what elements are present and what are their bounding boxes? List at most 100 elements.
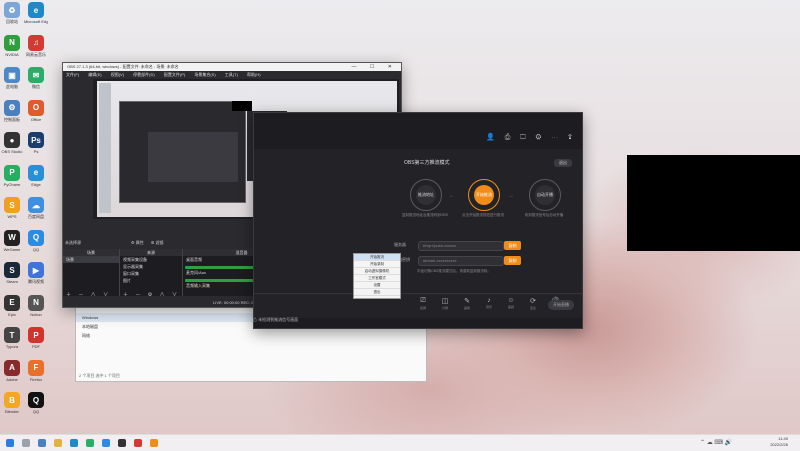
desktop-icon[interactable]: ⚙ 控制面板 — [0, 99, 24, 122]
search-icon[interactable] — [22, 439, 30, 447]
virtual-camera-button[interactable]: 启动虚拟摄像机 — [354, 268, 400, 275]
app-icon: P — [28, 327, 44, 343]
window-controls[interactable]: — ☐ ✕ — [352, 63, 398, 71]
desktop-icon[interactable]: ♻ 回收站 — [0, 2, 24, 24]
properties-button[interactable]: ⚙ 属性 — [131, 240, 144, 246]
music-tool[interactable]: ♪ 音乐 — [480, 297, 498, 309]
start-icon[interactable] — [6, 439, 14, 447]
desktop-icon[interactable]: ▶ 腾讯视频 — [24, 262, 48, 284]
desktop-icon[interactable]: P PyCharm — [0, 164, 24, 187]
desktop-icon[interactable]: Ps Ps — [24, 132, 48, 154]
obs-controls-buttons: 开始推流 开始录制 启动虚拟摄像机 工作室模式 设置 退出 — [353, 253, 401, 299]
desktop-icon-label: 腾讯视频 — [28, 279, 44, 284]
menu-help[interactable]: 帮助(H) — [247, 72, 261, 77]
desktop-icon[interactable]: e Edge — [24, 164, 48, 187]
menu-tools[interactable]: 工具(T) — [225, 72, 238, 77]
clock[interactable]: 11:49 2022/2/26 — [770, 436, 788, 448]
qq-icon[interactable] — [102, 439, 110, 447]
menu-file[interactable]: 文件(F) — [66, 72, 79, 77]
desktop-icon[interactable]: ● OBS Studio — [0, 132, 24, 154]
desktop-icon[interactable]: S WPS — [0, 197, 24, 219]
desktop-icon[interactable]: B Blender — [0, 392, 24, 414]
start-streaming-button[interactable]: 开始推流 — [354, 254, 400, 261]
screencast-tool[interactable]: ⎚ 投屏 — [414, 297, 432, 310]
filters-button[interactable]: ⊞ 滤镜 — [151, 240, 163, 246]
obs-icon[interactable] — [118, 439, 126, 447]
source-add-remove[interactable]: ＋ － ⚙ ∧ ∨ — [123, 291, 180, 298]
app-icon: Q — [28, 392, 44, 408]
app-icon: ☁ — [28, 197, 44, 213]
stream-mode-heading: OBS第三方推流模式 — [404, 160, 450, 166]
scene-item[interactable]: 场景 — [63, 256, 119, 263]
beauty-tool[interactable]: ☺ 美颜 — [502, 297, 520, 309]
source-item[interactable]: 窗口采集 — [120, 270, 182, 277]
source-item[interactable]: 视频采集设备 — [120, 256, 182, 263]
step-arrow-icon: → — [508, 193, 514, 199]
desktop-icon[interactable]: W WeGame — [0, 229, 24, 252]
split-tool[interactable]: ◫ 分屏 — [436, 297, 454, 310]
step-caption: 点击开始推流按钮进行推流 — [462, 213, 504, 217]
desktop-icon[interactable]: ▣ 此电脑 — [0, 67, 24, 89]
desktop-icon[interactable]: N Notion — [24, 294, 48, 317]
list-item[interactable]: 网络 — [76, 331, 426, 340]
desktop-icon[interactable]: S Steam — [0, 262, 24, 284]
studio-mode-button[interactable]: 工作室模式 — [354, 275, 400, 282]
tray-icons[interactable]: ⌃ ☁ ⌨ 🔊 — [700, 439, 732, 446]
app-icon: S — [4, 262, 20, 278]
source-item[interactable]: 显示器采集 — [120, 263, 182, 270]
desktop-icon[interactable]: Q QQ — [24, 229, 48, 252]
stream-key-field[interactable]: stream-xxxxxxxxxx — [418, 256, 504, 266]
live-streaming-app-window[interactable]: 👤 ⎙ ☐ ⚙ ⋯ ⇪ OBS第三方推流模式 退出 推流地址 开始推流 自动开播… — [253, 112, 583, 329]
copy-server-button[interactable]: 复制 — [504, 241, 521, 250]
desktop-icon[interactable]: F Firefox — [24, 359, 48, 382]
menu-edit[interactable]: 编辑(E) — [88, 72, 101, 77]
desktop-icon[interactable]: E Epic — [0, 294, 24, 317]
desktop-icon-label: PyCharm — [3, 181, 21, 187]
scenes-dock-header: 场景 — [63, 249, 120, 256]
app-icon: B — [4, 392, 20, 408]
app-icon: A — [4, 359, 20, 376]
desktop-icon[interactable]: ✉ 微信 — [24, 67, 48, 89]
menu-docks[interactable]: 停靠部件(D) — [133, 72, 155, 77]
desktop-icon[interactable]: ☁ 百度网盘 — [24, 197, 48, 219]
desktop-icon[interactable]: Q QQ — [24, 392, 48, 414]
server-field[interactable]: rtmp://push.xxxxxx — [418, 241, 504, 251]
desktop-icon[interactable]: ♫ 网易云音乐 — [24, 34, 48, 57]
task-view-icon[interactable] — [38, 439, 46, 447]
app-icon: Ps — [28, 132, 44, 148]
stream-header-icons[interactable]: 👤 ⎙ ☐ ⚙ ⋯ ⇪ — [486, 133, 576, 142]
file-explorer-icon[interactable] — [54, 439, 62, 447]
desktop-icon[interactable]: O Office — [24, 99, 48, 122]
desktop-icon[interactable]: N NVIDIA — [0, 34, 24, 57]
desktop-icon[interactable]: A Adobe — [0, 359, 24, 382]
live-app-icon[interactable] — [150, 439, 158, 447]
menu-scene-collection[interactable]: 场景集合(S) — [194, 72, 215, 77]
start-live-button[interactable]: 开始直播 — [548, 300, 574, 310]
copy-stream-key-button[interactable]: 复制 — [504, 256, 521, 265]
scene-add-remove[interactable]: ＋ － ∧ ∨ — [66, 291, 111, 298]
desktop-icon[interactable]: T Typora — [0, 327, 24, 349]
desktop-icon[interactable]: P PDF — [24, 327, 48, 349]
co-host-tool[interactable]: ⟳ 连麦 — [524, 297, 542, 310]
brush-tool[interactable]: ✎ 画笔 — [458, 297, 476, 310]
obs-menubar: 文件(F) 编辑(E) 视图(V) 停靠部件(D) 配置文件(P) 场景集合(S… — [63, 71, 401, 78]
menu-profile[interactable]: 配置文件(P) — [164, 72, 185, 77]
nested-obs-window — [119, 101, 246, 203]
edge-icon[interactable] — [70, 439, 78, 447]
desktop-icon[interactable]: eMicrosoft Edge — [24, 2, 48, 24]
settings-button[interactable]: 设置 — [354, 282, 400, 289]
start-recording-button[interactable]: 开始录制 — [354, 261, 400, 268]
source-item[interactable]: 图片 — [120, 277, 182, 284]
desktop-icon-label: WPS — [7, 214, 17, 219]
app-icon: ♻ — [4, 2, 20, 18]
tool-label: 音乐 — [485, 305, 492, 309]
desktop-icon-label: Ps — [33, 149, 39, 154]
exit-mode-button[interactable]: 退出 — [554, 159, 572, 167]
wechat-icon[interactable] — [86, 439, 94, 447]
menu-view[interactable]: 视图(V) — [111, 72, 124, 77]
desktop-icon-label: 微信 — [32, 84, 40, 89]
exit-button[interactable]: 退出 — [354, 289, 400, 296]
desktop-icon-label: Adobe — [6, 376, 18, 382]
netease-music-icon[interactable] — [134, 439, 142, 447]
split-icon: ◫ — [441, 298, 449, 305]
